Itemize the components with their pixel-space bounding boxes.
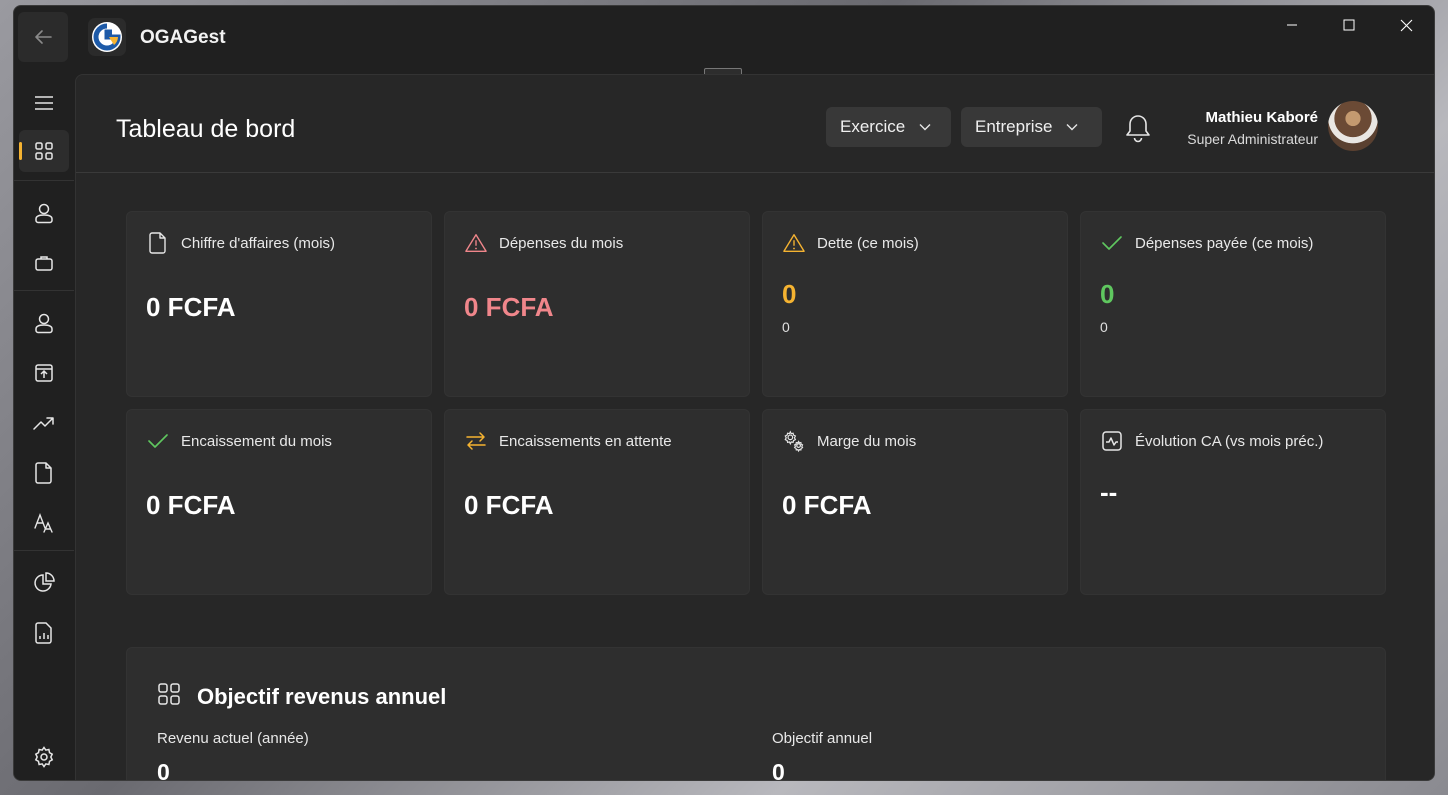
font-size-icon	[34, 513, 53, 533]
warning-icon	[783, 232, 805, 254]
sidebar-item-settings[interactable]	[19, 736, 69, 778]
sidebar-nav	[14, 74, 74, 780]
objective-title: Objectif revenus annuel	[197, 684, 447, 709]
user-icon	[35, 313, 53, 334]
activity-icon	[1101, 430, 1123, 452]
sidebar-divider	[14, 290, 74, 291]
sidebar-item-statistics[interactable]	[19, 562, 69, 604]
report-icon	[35, 622, 52, 644]
card-label: Dépenses du mois	[499, 235, 624, 252]
card-value: 0	[782, 279, 797, 309]
main-content: Tableau de bord Exercice Entreprise Math…	[75, 74, 1434, 780]
card-value: 0 FCFA	[146, 490, 236, 520]
title-bar[interactable]: OGAGest	[14, 6, 1434, 74]
minimize-icon	[1287, 24, 1297, 26]
card-label: Marge du mois	[817, 433, 917, 450]
sidebar-item-import[interactable]	[19, 352, 69, 394]
card-dette: Dette (ce mois) 0 0	[762, 211, 1068, 397]
pie-chart-icon	[34, 572, 55, 592]
menu-icon	[35, 96, 53, 110]
exercice-dropdown-label: Exercice	[840, 117, 906, 136]
chevron-down-icon	[1066, 124, 1078, 131]
card-encaissement: Encaissement du mois 0 FCFA	[126, 409, 432, 595]
document-icon	[147, 232, 169, 254]
sidebar-item-portfolio[interactable]	[19, 242, 69, 284]
maximize-button[interactable]	[1321, 6, 1377, 44]
sidebar-divider	[14, 180, 74, 181]
card-label: Dette (ce mois)	[817, 235, 919, 252]
card-depenses-payee: Dépenses payée (ce mois) 0 0	[1080, 211, 1386, 397]
avatar[interactable]	[1328, 101, 1378, 151]
arrow-left-icon	[35, 30, 52, 44]
upload-box-icon	[35, 364, 53, 382]
sidebar-item-clients[interactable]	[19, 192, 69, 234]
card-value: 0 FCFA	[464, 490, 554, 520]
card-label: Encaissement du mois	[181, 433, 332, 450]
notification-bell-icon[interactable]	[1124, 113, 1152, 143]
card-value: 0 FCFA	[464, 292, 554, 322]
document-icon	[35, 462, 52, 484]
maximize-icon	[1343, 19, 1355, 31]
sidebar-menu-toggle[interactable]	[19, 82, 69, 124]
dashboard-grid-icon	[158, 683, 180, 705]
card-value: 0	[1100, 279, 1115, 309]
annual-target-value: 0	[772, 759, 785, 781]
warning-icon	[465, 232, 487, 254]
exercice-dropdown[interactable]: Exercice	[826, 107, 951, 147]
card-depenses-mois: Dépenses du mois 0 FCFA	[444, 211, 750, 397]
card-label: Encaissements en attente	[499, 433, 672, 450]
card-value: 0 FCFA	[782, 490, 872, 520]
current-revenue-value: 0	[157, 759, 170, 781]
card-chiffre-affaires: Chiffre d'affaires (mois) 0 FCFA	[126, 211, 432, 397]
card-value: --	[1100, 477, 1118, 507]
annual-target-label: Objectif annuel	[772, 730, 873, 747]
entreprise-dropdown[interactable]: Entreprise	[961, 107, 1102, 147]
sidebar-divider	[14, 550, 74, 551]
card-encaissements-attente: Encaissements en attente 0 FCFA	[444, 409, 750, 595]
current-revenue-label: Revenu actuel (année)	[157, 730, 309, 747]
check-icon	[1101, 232, 1123, 254]
dashboard-grid-icon	[35, 142, 53, 160]
briefcase-icon	[35, 256, 53, 271]
minimize-button[interactable]	[1264, 6, 1320, 44]
settings-gear-icon	[34, 746, 54, 768]
user-icon	[35, 203, 53, 224]
chevron-down-icon	[919, 124, 931, 131]
swap-arrows-icon	[465, 430, 487, 452]
user-role: Super Administrateur	[1187, 131, 1318, 147]
card-value: 0 FCFA	[146, 292, 236, 322]
page-title: Tableau de bord	[116, 115, 296, 143]
gears-icon	[783, 430, 805, 453]
card-evolution-ca: Évolution CA (vs mois préc.) --	[1080, 409, 1386, 595]
app-window: OGAGest Tableau de bord Exercice Entrepr…	[13, 5, 1435, 781]
trending-up-icon	[33, 417, 54, 430]
app-logo-icon	[88, 18, 126, 56]
card-subvalue: 0	[782, 319, 790, 335]
card-label: Évolution CA (vs mois préc.)	[1135, 433, 1324, 450]
sidebar-item-fonts[interactable]	[19, 502, 69, 544]
close-icon	[1400, 19, 1412, 31]
back-button[interactable]	[18, 12, 68, 62]
card-label: Chiffre d'affaires (mois)	[181, 235, 336, 252]
app-title: OGAGest	[140, 27, 226, 48]
check-icon	[147, 430, 169, 452]
card-label: Dépenses payée (ce mois)	[1135, 235, 1314, 252]
sidebar-item-documents[interactable]	[19, 452, 69, 494]
page-header: Tableau de bord Exercice Entreprise Math…	[76, 75, 1434, 173]
card-subvalue: 0	[1100, 319, 1108, 335]
objective-panel: Objectif revenus annuel Revenu actuel (a…	[126, 647, 1386, 781]
card-marge: Marge du mois 0 FCFA	[762, 409, 1068, 595]
close-button[interactable]	[1378, 6, 1434, 44]
sidebar-item-users[interactable]	[19, 302, 69, 344]
entreprise-dropdown-label: Entreprise	[975, 117, 1053, 136]
user-name: Mathieu Kaboré	[1205, 109, 1318, 126]
sidebar-item-reports[interactable]	[19, 612, 69, 654]
sidebar-item-trends[interactable]	[19, 402, 69, 444]
sidebar-item-dashboard[interactable]	[19, 130, 69, 172]
